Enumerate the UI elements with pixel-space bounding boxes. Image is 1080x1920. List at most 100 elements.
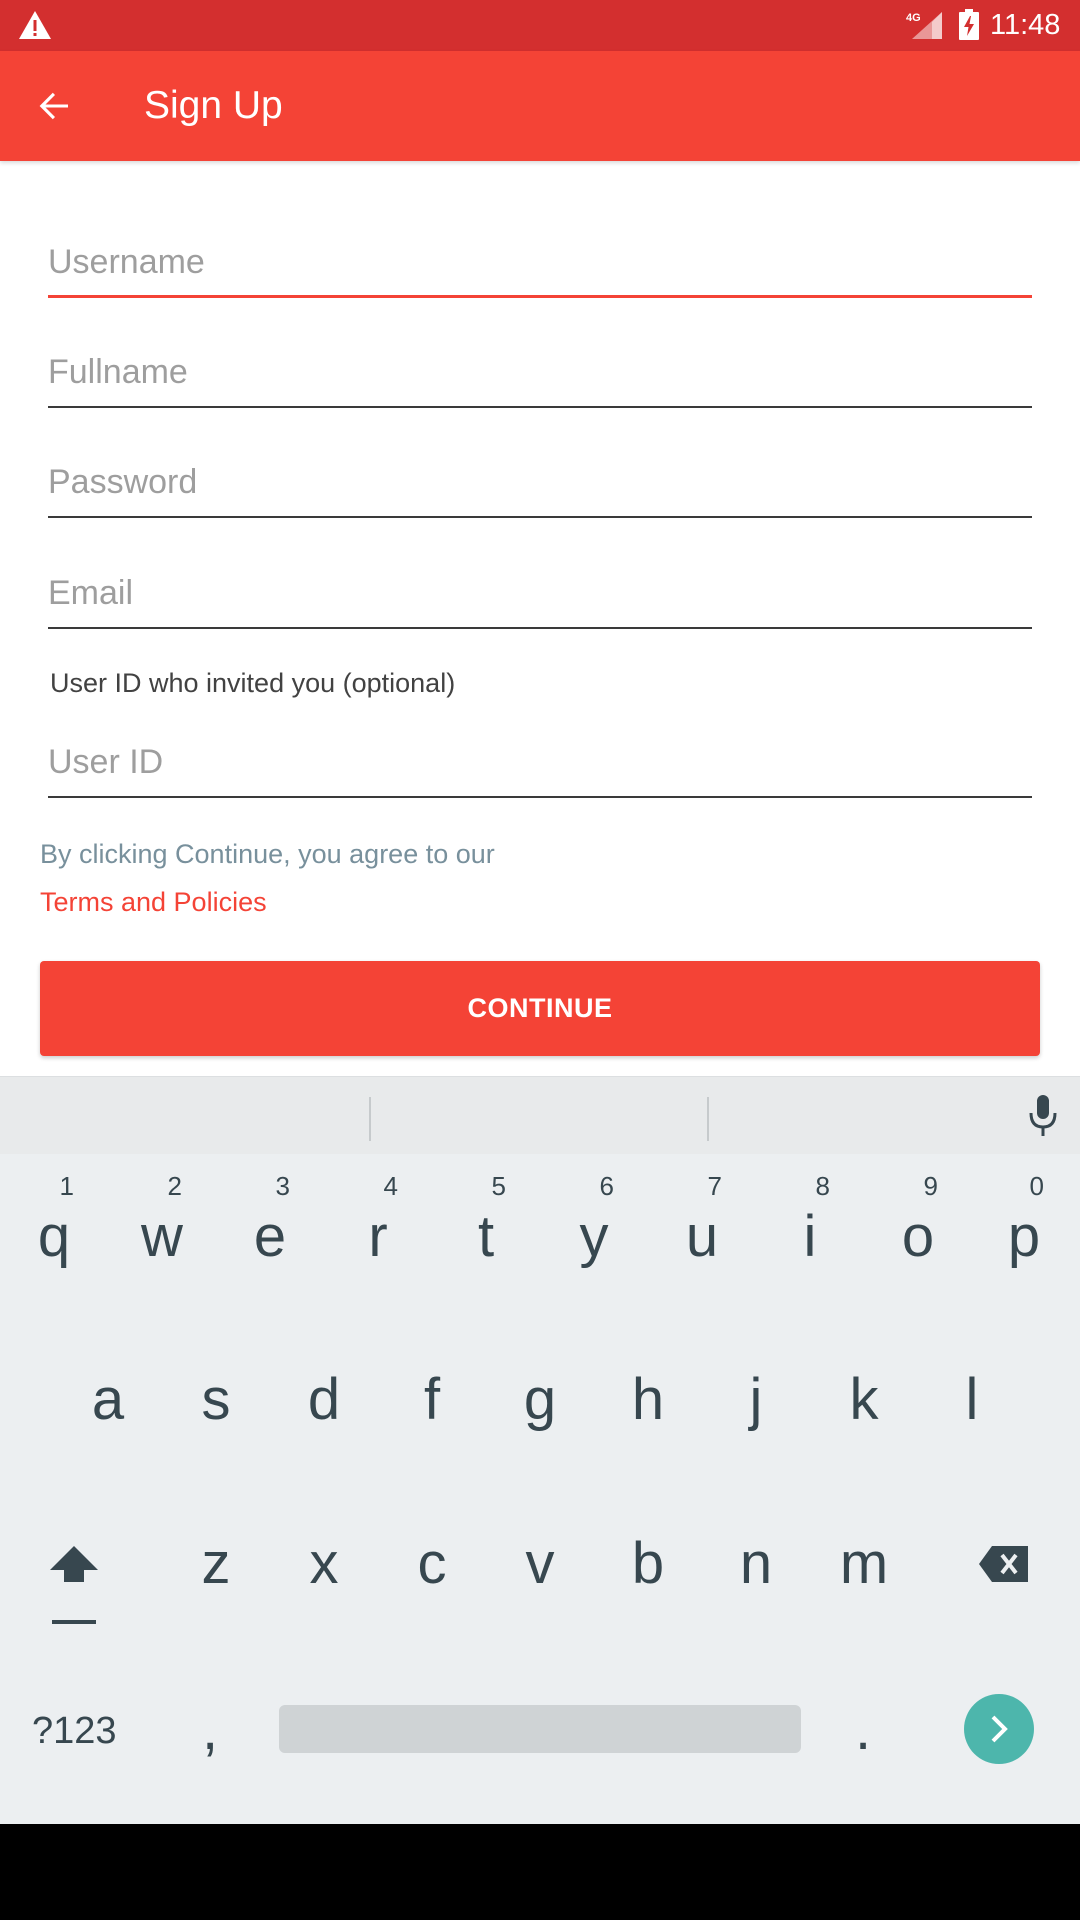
key-q[interactable]: 1q — [24, 1171, 84, 1269]
suggestion-divider — [369, 1097, 371, 1141]
invite-label: User ID who invited you (optional) — [50, 668, 456, 698]
key-w-label: w — [141, 1204, 183, 1269]
key-a[interactable]: a — [78, 1368, 138, 1432]
period-key[interactable]: . — [855, 1696, 871, 1763]
microphone-icon[interactable] — [1026, 1093, 1060, 1139]
page-title: Sign Up — [144, 84, 283, 127]
key-f-label: f — [423, 1367, 441, 1432]
status-bar: 4G 11:48 — [0, 0, 1080, 51]
key-v[interactable]: v — [510, 1532, 570, 1596]
key-r[interactable]: 4r — [348, 1171, 408, 1269]
key-a-label: a — [91, 1367, 125, 1432]
status-time: 11:48 — [990, 9, 1061, 41]
key-e[interactable]: 3e — [240, 1171, 300, 1269]
key-h-label: h — [631, 1367, 665, 1432]
key-z[interactable]: z — [186, 1532, 246, 1596]
key-m[interactable]: m — [834, 1532, 894, 1596]
signal-icon: 4G — [906, 12, 942, 39]
key-r-number-hint: 4 — [383, 1171, 398, 1201]
key-c[interactable]: c — [402, 1532, 462, 1596]
key-e-number-hint: 3 — [275, 1171, 290, 1201]
symbols-key[interactable]: ?123 — [32, 1710, 117, 1753]
key-g[interactable]: g — [510, 1368, 570, 1432]
key-i-label: i — [803, 1204, 817, 1269]
key-q-label: q — [37, 1204, 71, 1269]
app-bar: Sign Up — [0, 51, 1080, 161]
email-field[interactable] — [48, 563, 1032, 629]
keyboard-suggestion-strip — [0, 1076, 1080, 1154]
key-u-label: u — [685, 1204, 719, 1269]
key-y-label: y — [579, 1204, 609, 1269]
key-w-number-hint: 2 — [167, 1171, 182, 1201]
shift-key[interactable] — [44, 1540, 104, 1630]
key-c-label: c — [417, 1531, 447, 1596]
key-d-label: d — [307, 1367, 341, 1432]
key-d[interactable]: d — [294, 1368, 354, 1432]
svg-text:4G: 4G — [906, 12, 921, 24]
key-m-label: m — [839, 1531, 889, 1596]
key-w[interactable]: 2w — [132, 1171, 192, 1269]
user-id-input[interactable] — [48, 732, 1032, 792]
key-h[interactable]: h — [618, 1368, 678, 1432]
key-n[interactable]: n — [726, 1532, 786, 1596]
key-b-label: b — [631, 1531, 665, 1596]
password-input[interactable] — [48, 452, 1032, 512]
key-k[interactable]: k — [834, 1368, 894, 1432]
key-p-label: p — [1007, 1204, 1041, 1269]
backspace-key[interactable] — [978, 1544, 1030, 1584]
key-l[interactable]: l — [942, 1368, 1002, 1432]
username-field[interactable] — [48, 232, 1032, 298]
key-j-label: j — [749, 1367, 763, 1432]
back-arrow-icon[interactable] — [34, 86, 74, 126]
suggestion-divider — [707, 1097, 709, 1141]
fullname-input[interactable] — [48, 342, 1032, 402]
key-r-label: r — [368, 1204, 388, 1269]
key-g-label: g — [523, 1367, 557, 1432]
continue-button[interactable]: CONTINUE — [40, 961, 1040, 1056]
key-p-number-hint: 0 — [1029, 1171, 1044, 1201]
key-u-number-hint: 7 — [707, 1171, 722, 1201]
key-n-label: n — [739, 1531, 773, 1596]
key-y[interactable]: 6y — [564, 1171, 624, 1269]
key-o-label: o — [901, 1204, 935, 1269]
key-i-number-hint: 8 — [815, 1171, 830, 1201]
key-i[interactable]: 8i — [780, 1171, 840, 1269]
comma-key[interactable]: , — [202, 1696, 218, 1763]
key-j[interactable]: j — [726, 1368, 786, 1432]
key-u[interactable]: 7u — [672, 1171, 732, 1269]
key-o-number-hint: 9 — [923, 1171, 938, 1201]
terms-link[interactable]: Terms and Policies — [40, 887, 267, 918]
warning-icon — [19, 11, 51, 39]
key-t-label: t — [477, 1204, 495, 1269]
key-t[interactable]: 5t — [456, 1171, 516, 1269]
navigation-bar — [0, 1824, 1080, 1920]
username-input[interactable] — [48, 232, 1032, 292]
key-o[interactable]: 9o — [888, 1171, 948, 1269]
key-y-number-hint: 6 — [599, 1171, 614, 1201]
email-input[interactable] — [48, 563, 1032, 623]
chevron-right-icon — [991, 1715, 1008, 1743]
key-s[interactable]: s — [186, 1368, 246, 1432]
key-s-label: s — [201, 1367, 231, 1432]
enter-key[interactable] — [964, 1694, 1034, 1764]
shift-icon — [50, 1546, 98, 1624]
agree-text: By clicking Continue, you agree to our — [40, 839, 495, 869]
key-t-number-hint: 5 — [491, 1171, 506, 1201]
key-x-label: x — [309, 1531, 339, 1596]
key-x[interactable]: x — [294, 1532, 354, 1596]
key-q-number-hint: 1 — [59, 1171, 74, 1201]
key-f[interactable]: f — [402, 1368, 462, 1432]
key-l-label: l — [965, 1367, 979, 1432]
key-b[interactable]: b — [618, 1532, 678, 1596]
key-z-label: z — [201, 1531, 231, 1596]
password-field[interactable] — [48, 452, 1032, 518]
battery-charging-icon — [959, 9, 979, 40]
key-e-label: e — [253, 1204, 287, 1269]
key-k-label: k — [849, 1367, 879, 1432]
fullname-field[interactable] — [48, 342, 1032, 408]
space-key[interactable] — [279, 1705, 801, 1753]
key-v-label: v — [525, 1531, 555, 1596]
backspace-icon — [979, 1546, 1028, 1582]
user-id-field[interactable] — [48, 732, 1032, 798]
key-p[interactable]: 0p — [994, 1171, 1054, 1269]
